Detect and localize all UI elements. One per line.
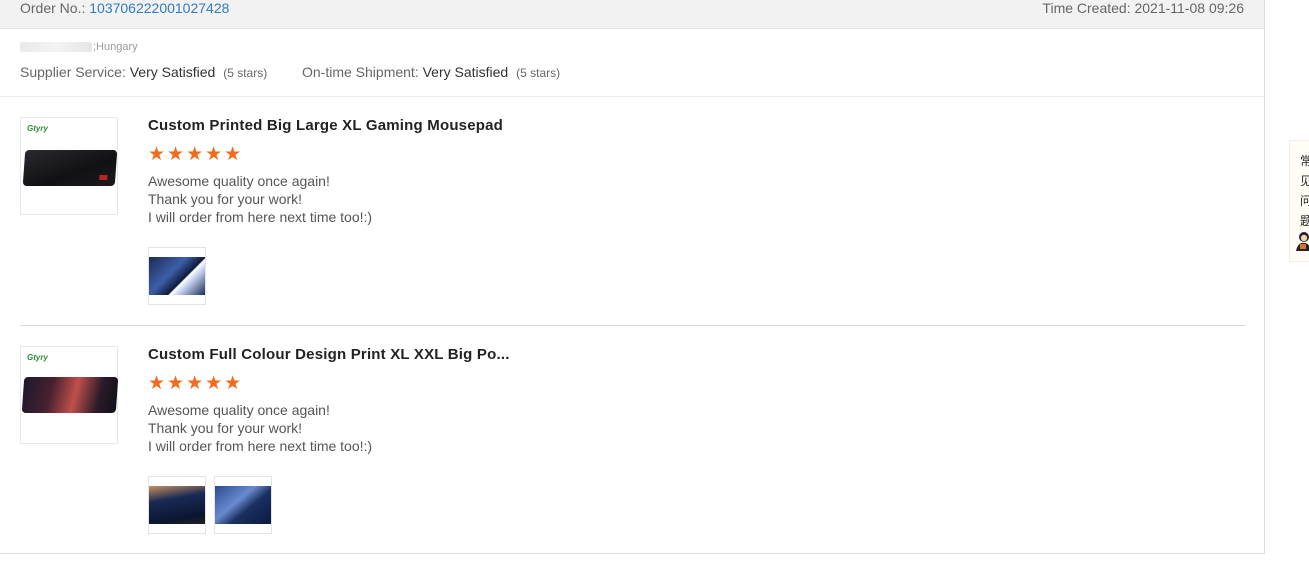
supplier-service-label: Supplier Service: — [20, 64, 126, 80]
product-title[interactable]: Custom Full Colour Design Print XL XXL B… — [148, 346, 510, 363]
review-photo-image — [215, 486, 271, 524]
order-number-link[interactable]: 103706222001027428 — [89, 0, 229, 16]
time-created: Time Created: 2021-11-08 09:26 — [1042, 0, 1244, 16]
review-line: Thank you for your work! — [148, 191, 303, 207]
review-photo[interactable] — [148, 247, 206, 305]
supplier-service-value: Very Satisfied — [129, 64, 216, 80]
review-text: Awesome quality once again! Thank you fo… — [148, 172, 372, 226]
faq-help-tab[interactable]: 常见问题 — [1289, 140, 1309, 262]
shipment-value: Very Satisfied — [422, 64, 509, 80]
review-text: Awesome quality once again! Thank you fo… — [148, 401, 372, 455]
review-line: Awesome quality once again! — [148, 173, 330, 189]
star-rating: ★★★★★ — [148, 373, 244, 394]
product-thumbnail[interactable]: Gtyry — [20, 346, 119, 444]
mousepad-image — [21, 377, 119, 413]
supplier-service-stars: (5 stars) — [223, 66, 268, 80]
review-photo[interactable] — [148, 476, 206, 534]
shipment-stars: (5 stars) — [516, 66, 561, 80]
brand-logo: Gtyry — [27, 124, 48, 133]
star-rating: ★★★★★ — [148, 144, 244, 165]
order-number-row: Order No.: 103706222001027428 — [20, 0, 229, 16]
divider — [20, 325, 1245, 326]
review-line: Thank you for your work! — [148, 420, 303, 436]
review-photo[interactable] — [214, 476, 272, 534]
buyer-country: ;Hungary — [93, 41, 138, 53]
mousepad-image — [22, 150, 118, 186]
order-number-label: Order No.: — [20, 0, 86, 16]
divider — [0, 96, 1264, 97]
review-line: Awesome quality once again! — [148, 402, 330, 418]
blurred-buyer-name — [20, 42, 92, 53]
brand-logo: Gtyry — [27, 353, 48, 362]
review-photo-image — [149, 257, 205, 295]
shipment-rating: On-time Shipment: Very Satisfied (5 star… — [302, 64, 560, 80]
order-header: Order No.: 103706222001027428 Time Creat… — [0, 0, 1264, 29]
review-photo-image — [149, 486, 205, 524]
product-title[interactable]: Custom Printed Big Large XL Gaming Mouse… — [148, 117, 503, 134]
review-line: I will order from here next time too!:) — [148, 438, 373, 454]
customer-service-avatar-icon — [1294, 229, 1309, 256]
shipment-label: On-time Shipment: — [302, 64, 419, 80]
review-line: I will order from here next time too!:) — [148, 209, 373, 225]
faq-label: 常见问题 — [1300, 154, 1309, 228]
buyer-info: ;Hungary — [20, 41, 138, 53]
feedback-panel: Order No.: 103706222001027428 Time Creat… — [0, 0, 1265, 554]
product-thumbnail[interactable]: Gtyry — [20, 117, 118, 215]
store-ratings: Supplier Service: Very Satisfied (5 star… — [20, 64, 560, 80]
